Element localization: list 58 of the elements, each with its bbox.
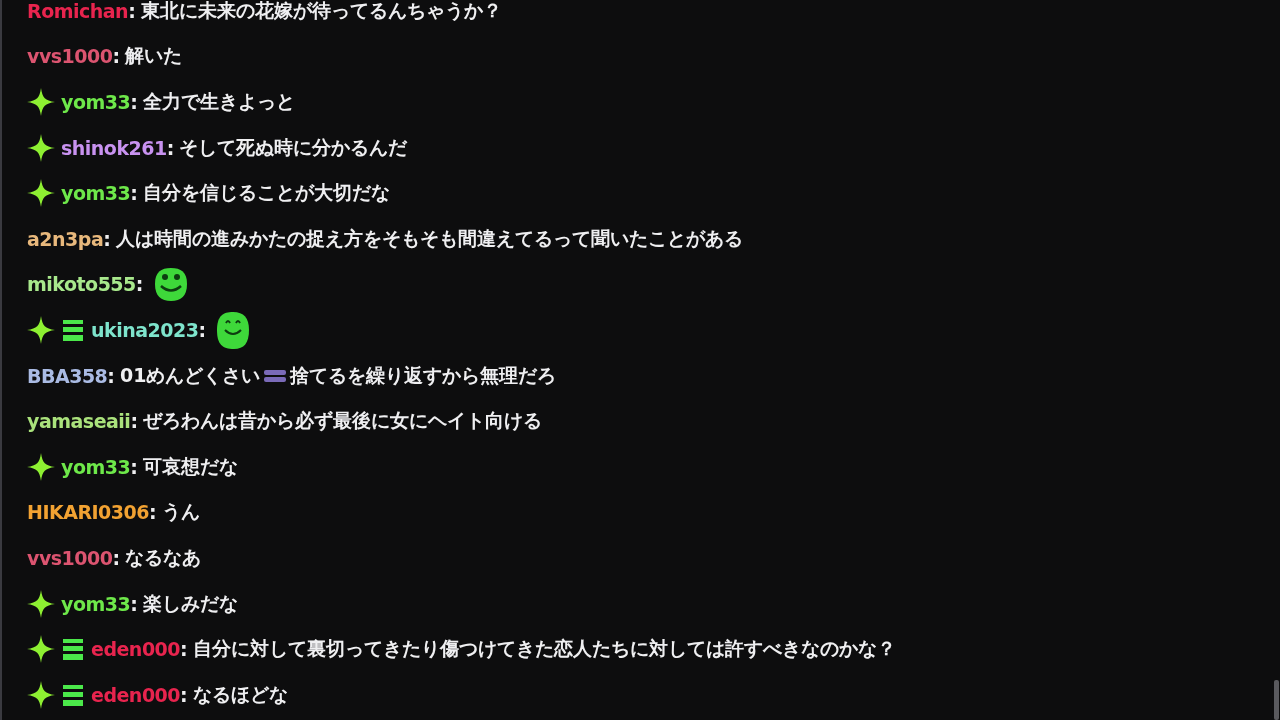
sparkle-icon — [27, 680, 55, 709]
colon: : — [103, 227, 111, 250]
username[interactable]: vvs1000 — [27, 45, 113, 68]
colon: : — [130, 410, 138, 433]
colon: : — [112, 546, 121, 569]
message-text: 自分に対して裏切ってきたり傷つけてきた恋人たちに対しては許すべきなのかな？ — [192, 636, 896, 662]
username[interactable]: ukina2023 — [91, 318, 199, 341]
sparkle-icon — [27, 88, 55, 116]
message-text: なるなあ — [125, 544, 202, 570]
double-bar-emote-icon — [263, 367, 288, 384]
colon: : — [130, 592, 138, 615]
message-text: 全力で生きよっと — [142, 89, 295, 114]
sparkle-icon — [27, 315, 55, 344]
username[interactable]: yom33 — [61, 91, 131, 113]
colon: : — [180, 638, 188, 661]
username[interactable]: Romichan — [27, 0, 129, 22]
colon: : — [198, 318, 206, 341]
colon: : — [180, 683, 188, 706]
message-text: 自分を信じることが大切だな — [142, 180, 390, 206]
message-text: 01めんどくさい — [119, 362, 261, 388]
username[interactable]: mikoto555 — [27, 273, 136, 296]
username[interactable]: vvs1000 — [27, 546, 113, 569]
sparkle-icon — [27, 589, 55, 618]
sparkle-icon — [27, 635, 55, 664]
username[interactable]: yom33 — [61, 455, 131, 478]
colon: : — [107, 364, 115, 387]
username[interactable]: eden000 — [91, 638, 181, 661]
sparkle-icon — [27, 452, 55, 481]
username[interactable]: yom33 — [61, 182, 131, 205]
message-text: なるほどな — [192, 681, 288, 707]
username[interactable]: yom33 — [61, 592, 131, 615]
colon: : — [166, 136, 175, 159]
colon: : — [128, 0, 136, 22]
sparkle-icon — [27, 133, 55, 162]
colon: : — [112, 45, 121, 68]
message-text: うん — [161, 499, 200, 525]
message-text: 捨てるを繰り返すから無理だろ — [290, 362, 557, 388]
message-text: 人は時間の進みかたの捉え方をそもそも間違えてるって聞いたことがある — [115, 225, 743, 251]
message-text: 楽しみだな — [142, 590, 238, 616]
username[interactable]: eden000 — [91, 683, 181, 706]
colon: : — [135, 273, 144, 296]
message-text: 東北に未来の花嫁が待ってるんちゃうか？ — [140, 0, 502, 23]
colon: : — [130, 91, 138, 113]
message-text: 解いた — [125, 43, 183, 69]
scrollbar[interactable] — [1274, 680, 1279, 720]
message-text: そして死ぬ時に分かるんだ — [179, 134, 408, 160]
message-text: ぜろわんは昔から必ず最後に女にヘイト向ける — [143, 408, 542, 434]
username[interactable]: BBA358 — [27, 364, 108, 387]
colon: : — [149, 501, 157, 524]
blob-emote-icon — [214, 309, 252, 350]
username[interactable]: shinok261 — [61, 136, 167, 159]
sparkle-icon — [27, 179, 55, 208]
username[interactable]: yamaseaii — [27, 410, 131, 433]
username[interactable]: a2n3pa — [27, 227, 104, 250]
message-text: 可哀想だな — [142, 453, 238, 479]
username[interactable]: HIKARI0306 — [27, 501, 149, 524]
colon: : — [130, 182, 138, 205]
colon: : — [130, 455, 138, 478]
